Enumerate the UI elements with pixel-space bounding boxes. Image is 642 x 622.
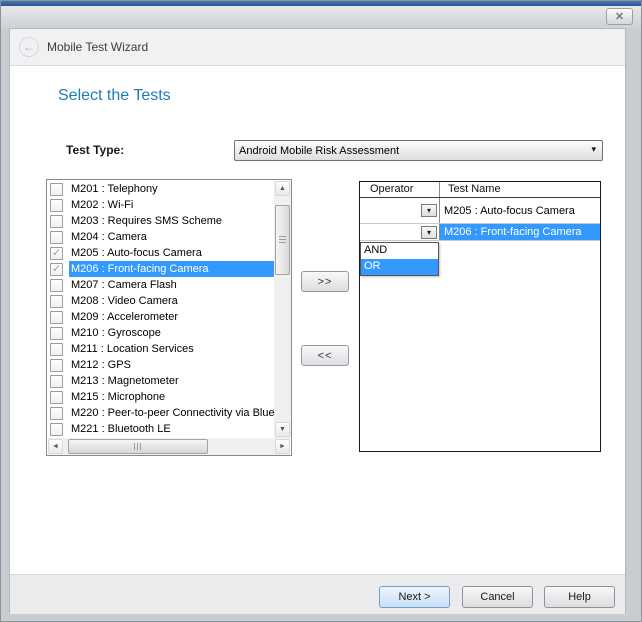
list-item-label: M210 : Gyroscope [69,325,274,341]
test-name-column-header: Test Name [440,182,600,197]
page-heading: Select the Tests [58,87,171,105]
checkbox-icon[interactable] [50,343,63,356]
checkbox-icon[interactable] [50,423,63,436]
list-item[interactable]: M210 : Gyroscope [47,325,274,341]
checkbox-icon[interactable] [50,327,63,340]
list-item[interactable]: M204 : Camera [47,229,274,245]
list-item-label: M203 : Requires SMS Scheme [69,213,274,229]
next-button[interactable]: Next > [379,586,450,608]
checkbox-icon[interactable] [50,183,63,196]
selected-tests-panel: Operator Test Name ▾M205 : Auto-focus Ca… [359,181,601,452]
wizard-header: ← Mobile Test Wizard [10,29,625,66]
test-type-select[interactable]: Android Mobile Risk Assessment ▾ [234,140,603,161]
scroll-right-icon[interactable]: ► [275,439,290,454]
list-item[interactable]: M220 : Peer-to-peer Connectivity via Blu… [47,405,274,421]
back-arrow-icon[interactable]: ← [19,37,39,57]
list-item[interactable]: ✓ M205 : Auto-focus Camera [47,245,274,261]
operator-option[interactable]: AND [361,243,438,259]
test-type-value: Android Mobile Risk Assessment [239,145,399,157]
list-item[interactable]: M213 : Magnetometer [47,373,274,389]
mobile-test-wizard-window: ✕ ← Mobile Test Wizard Select the Tests … [0,0,642,622]
checkbox-icon[interactable] [50,199,63,212]
checkbox-icon[interactable] [50,375,63,388]
test-name-cell: M205 : Auto-focus Camera [440,198,600,223]
horizontal-scroll-thumb[interactable] [68,439,208,454]
list-item-label: M207 : Camera Flash [69,277,274,293]
checkbox-icon[interactable] [50,311,63,324]
list-item-label: M209 : Accelerometer [69,309,274,325]
checkbox-icon[interactable] [50,231,63,244]
list-item-label: M220 : Peer-to-peer Connectivity via Blu… [69,405,274,421]
footer-bar: Next > Cancel Help [10,574,625,614]
table-row[interactable]: ▾M205 : Auto-focus Camera [360,198,600,224]
list-item-label: M201 : Telephony [69,181,274,197]
list-item[interactable]: M212 : GPS [47,357,274,373]
available-tests-listbox: M201 : TelephonyM202 : Wi-FiM203 : Requi… [46,179,292,456]
operator-column-header: Operator [360,182,440,197]
list-item[interactable]: M203 : Requires SMS Scheme [47,213,274,229]
wizard-dialog: ← Mobile Test Wizard Select the Tests Te… [9,28,626,613]
table-row[interactable]: ▾M206 : Front-facing Camera [360,224,600,241]
close-icon[interactable]: ✕ [606,8,633,25]
operator-dropdown-button[interactable]: ▾ [421,226,437,239]
checkbox-icon[interactable] [50,295,63,308]
help-button[interactable]: Help [544,586,615,608]
list-item[interactable]: M201 : Telephony [47,181,274,197]
selected-tests-rows: ▾M205 : Auto-focus Camera▾M206 : Front-f… [360,198,600,241]
list-item[interactable]: M209 : Accelerometer [47,309,274,325]
window-titlebar[interactable]: ✕ [1,6,641,28]
list-item-label: M208 : Video Camera [69,293,274,309]
list-item-label: M213 : Magnetometer [69,373,274,389]
list-item[interactable]: M202 : Wi-Fi [47,197,274,213]
scroll-left-icon[interactable]: ◄ [48,439,63,454]
checkbox-icon[interactable] [50,407,63,420]
list-item[interactable]: M221 : Bluetooth LE [47,421,274,437]
available-tests-list: M201 : TelephonyM202 : Wi-FiM203 : Requi… [47,181,274,438]
operator-option[interactable]: OR [361,259,438,275]
checkbox-icon[interactable]: ✓ [50,263,63,276]
wizard-title: Mobile Test Wizard [47,29,148,66]
list-item-label: M212 : GPS [69,357,274,373]
vertical-scrollbar[interactable]: ▲ ▼ [274,181,291,438]
test-name-cell: M206 : Front-facing Camera [440,224,600,240]
operator-cell[interactable]: ▾ [360,224,440,240]
selected-tests-header: Operator Test Name [360,182,600,198]
checkbox-icon[interactable] [50,279,63,292]
list-item[interactable]: M207 : Camera Flash [47,277,274,293]
chevron-down-icon: ▾ [591,144,596,155]
list-item-label: M204 : Camera [69,229,274,245]
scroll-up-icon[interactable]: ▲ [275,181,290,196]
vertical-scroll-thumb[interactable] [275,205,290,275]
test-type-label: Test Type: [66,143,124,157]
list-item-label: M205 : Auto-focus Camera [69,245,274,261]
operator-cell[interactable]: ▾ [360,198,440,223]
cancel-button[interactable]: Cancel [462,586,533,608]
checkbox-icon[interactable]: ✓ [50,247,63,260]
operator-dropdown-list: ANDOR [360,242,439,276]
list-item-label: M221 : Bluetooth LE [69,421,274,437]
scroll-down-icon[interactable]: ▼ [275,422,290,437]
list-item-label: M206 : Front-facing Camera [69,261,274,277]
operator-dropdown-button[interactable]: ▾ [421,204,437,217]
checkbox-icon[interactable] [50,215,63,228]
list-item[interactable]: M211 : Location Services [47,341,274,357]
add-tests-button[interactable]: >> [301,271,349,292]
horizontal-scrollbar[interactable]: ◄ ► [48,438,290,455]
list-item[interactable]: ✓ M206 : Front-facing Camera [47,261,274,277]
list-item[interactable]: M208 : Video Camera [47,293,274,309]
checkbox-icon[interactable] [50,391,63,404]
remove-tests-button[interactable]: << [301,345,349,366]
list-item-label: M202 : Wi-Fi [69,197,274,213]
list-item-label: M215 : Microphone [69,389,274,405]
list-item[interactable]: M215 : Microphone [47,389,274,405]
list-item-label: M211 : Location Services [69,341,274,357]
checkbox-icon[interactable] [50,359,63,372]
